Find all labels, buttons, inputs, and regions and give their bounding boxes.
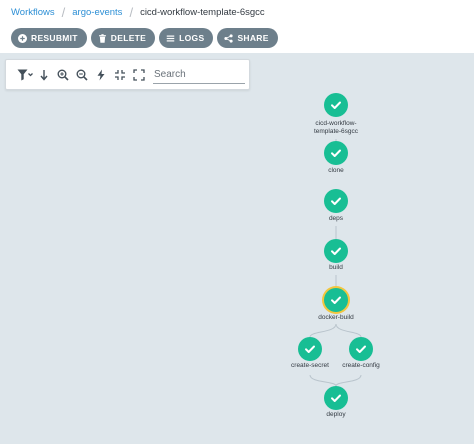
node-label-clone: clone bbox=[328, 167, 344, 174]
expand-icon bbox=[133, 69, 145, 81]
filter-button[interactable] bbox=[15, 68, 35, 82]
node-root[interactable] bbox=[324, 93, 348, 117]
check-icon bbox=[331, 296, 341, 304]
node-label-build: build bbox=[329, 264, 343, 271]
graph-edges bbox=[309, 139, 362, 387]
resubmit-label: RESUBMIT bbox=[31, 33, 78, 43]
node-label-deps: deps bbox=[328, 215, 344, 222]
check-icon bbox=[331, 149, 341, 157]
sort-button[interactable] bbox=[37, 68, 51, 82]
check-icon bbox=[331, 247, 341, 255]
breadcrumb-separator: / bbox=[61, 4, 66, 20]
node-label-docker-build: docker-build bbox=[318, 314, 354, 321]
node-label-create-secret: create-secret bbox=[291, 362, 329, 369]
resubmit-button[interactable]: RESUBMIT bbox=[11, 28, 87, 48]
node-create-config[interactable] bbox=[349, 337, 373, 361]
trash-icon bbox=[98, 33, 106, 43]
share-icon bbox=[224, 33, 234, 43]
breadcrumb-workflows[interactable]: Workflows bbox=[11, 7, 55, 18]
delete-button[interactable]: DELETE bbox=[90, 28, 156, 48]
breadcrumb-current: cicd-workflow-template-6sgcc bbox=[140, 6, 265, 18]
fast-mode-button[interactable] bbox=[94, 68, 108, 82]
filter-icon bbox=[17, 69, 33, 81]
check-icon bbox=[331, 101, 341, 109]
zoom-out-button[interactable] bbox=[75, 68, 89, 82]
check-icon bbox=[356, 345, 366, 353]
plus-circle-icon bbox=[18, 33, 27, 43]
node-label-root: cicd-workflow-template-6sgcc bbox=[313, 120, 359, 135]
node-docker-build[interactable] bbox=[324, 288, 348, 312]
list-icon bbox=[166, 35, 175, 41]
share-label: SHARE bbox=[237, 33, 269, 43]
node-label-create-config: create-config bbox=[342, 362, 380, 369]
graph-toolbar bbox=[5, 59, 250, 90]
expand-button[interactable] bbox=[132, 68, 146, 82]
node-clone[interactable] bbox=[324, 141, 348, 165]
breadcrumb-separator: / bbox=[129, 4, 134, 20]
logs-label: LOGS bbox=[179, 33, 205, 43]
check-icon bbox=[331, 394, 341, 402]
edge-create-config-deploy bbox=[335, 374, 362, 387]
delete-label: DELETE bbox=[110, 33, 147, 43]
edge-docker-build-create-secret bbox=[309, 323, 337, 338]
fast-mode-icon bbox=[97, 69, 105, 81]
zoom-in-icon bbox=[57, 69, 69, 81]
zoom-out-icon bbox=[76, 69, 88, 81]
zoom-in-button[interactable] bbox=[56, 68, 70, 82]
shrink-button[interactable] bbox=[113, 68, 127, 82]
breadcrumb-namespace[interactable]: argo-events bbox=[72, 7, 122, 18]
workflow-graph-canvas[interactable]: cicd-workflow-template-6sgcc clone deps … bbox=[0, 53, 474, 444]
node-create-secret[interactable] bbox=[298, 337, 322, 361]
breadcrumb: Workflows / argo-events / cicd-workflow-… bbox=[11, 5, 265, 19]
check-icon bbox=[305, 345, 315, 353]
action-buttons: RESUBMIT DELETE LOGS SHARE bbox=[11, 28, 278, 48]
top-bar: Workflows / argo-events / cicd-workflow-… bbox=[0, 0, 474, 53]
node-deps[interactable] bbox=[324, 189, 348, 213]
logs-button[interactable]: LOGS bbox=[159, 28, 214, 48]
share-button[interactable]: SHARE bbox=[217, 28, 278, 48]
edge-docker-build-create-config bbox=[335, 323, 362, 338]
search-input[interactable] bbox=[153, 66, 245, 84]
node-build[interactable] bbox=[324, 239, 348, 263]
edge-create-secret-deploy bbox=[309, 374, 337, 387]
sort-direction-icon bbox=[40, 70, 48, 81]
node-deploy[interactable] bbox=[324, 386, 348, 410]
check-icon bbox=[331, 197, 341, 205]
node-label-deploy: deploy bbox=[326, 411, 346, 418]
shrink-icon bbox=[115, 70, 125, 80]
